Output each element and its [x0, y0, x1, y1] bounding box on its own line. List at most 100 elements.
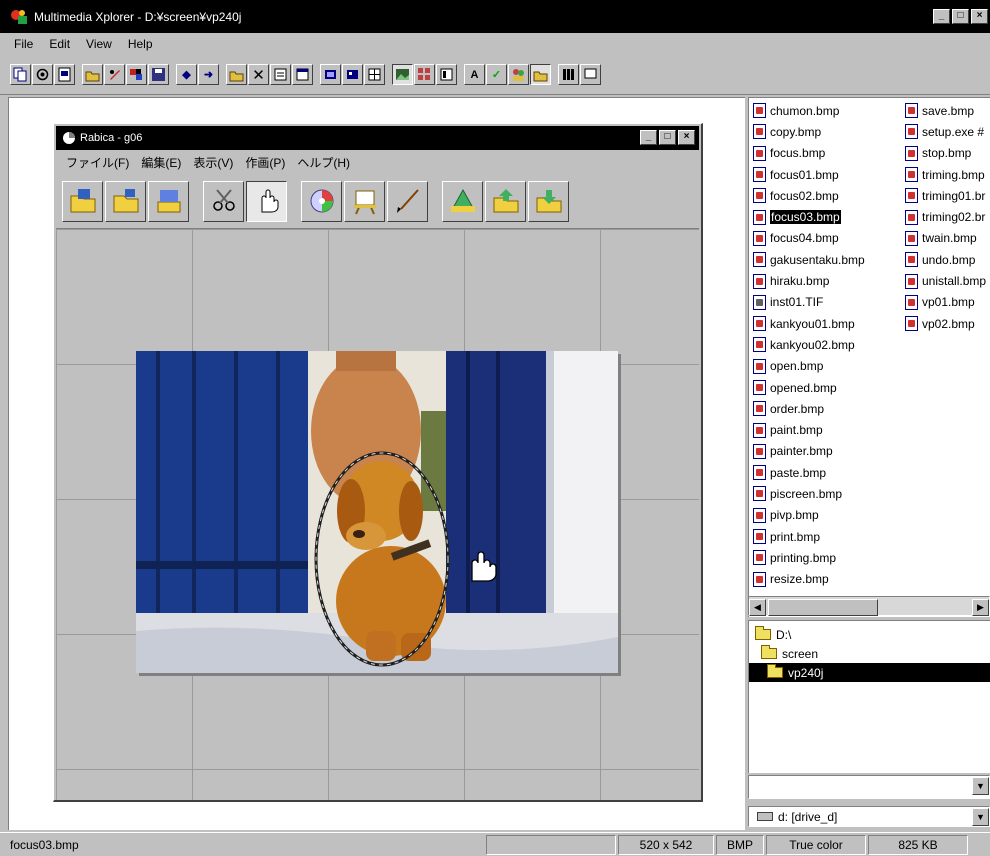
file-item[interactable]: focus.bmp — [749, 143, 865, 164]
folder-tree[interactable]: D:\ screen vp240j — [748, 620, 990, 773]
export-icon[interactable] — [485, 180, 526, 222]
tree-node-screen[interactable]: screen — [761, 644, 818, 663]
path-dropdown-button[interactable]: ▼ — [972, 777, 989, 795]
import-icon[interactable] — [528, 180, 569, 222]
folder-up-icon[interactable] — [226, 64, 247, 85]
file-item[interactable]: opened.bmp — [749, 377, 865, 398]
window-icon[interactable] — [292, 64, 313, 85]
file-item[interactable]: save.bmp — [901, 100, 986, 121]
menu-view[interactable]: View — [78, 37, 120, 51]
file-item[interactable]: focus01.bmp — [749, 164, 865, 185]
file-item[interactable]: focus04.bmp — [749, 228, 865, 249]
delete-icon[interactable]: ✕ — [248, 64, 269, 85]
drive-combo[interactable]: d: [drive_d] ▼ — [748, 806, 990, 827]
file-item[interactable]: order.bmp — [749, 398, 865, 419]
file-item[interactable]: focus03.bmp — [749, 206, 865, 227]
tree-node-root[interactable]: D:\ — [755, 625, 791, 644]
drive-dropdown-button[interactable]: ▼ — [972, 808, 989, 826]
menu-edit[interactable]: Edit — [41, 37, 78, 51]
file-item[interactable]: chumon.bmp — [749, 100, 865, 121]
scan-icon[interactable] — [148, 180, 189, 222]
scroll-thumb[interactable] — [768, 599, 878, 616]
people-icon[interactable] — [508, 64, 529, 85]
minimize-button[interactable]: _ — [933, 9, 950, 24]
file-item[interactable]: hiraku.bmp — [749, 270, 865, 291]
view-large-icon[interactable] — [320, 64, 341, 85]
color-disc-icon[interactable] — [301, 180, 342, 222]
thumbnails-icon[interactable] — [414, 64, 435, 85]
rabica-menu-draw[interactable]: 作画(P) — [239, 154, 291, 171]
check-icon[interactable]: ✓ — [486, 64, 507, 85]
rabica-menu-help[interactable]: ヘルプ(H) — [291, 154, 356, 171]
save-icon[interactable] — [148, 64, 169, 85]
file-item[interactable]: inst01.TIF — [749, 292, 865, 313]
file-item[interactable]: print.bmp — [749, 526, 865, 547]
file-item[interactable]: unistall.bmp — [901, 270, 986, 291]
menu-help[interactable]: Help — [120, 37, 161, 51]
file-item[interactable]: pivp.bmp — [749, 505, 865, 526]
menu-file[interactable]: File — [6, 37, 41, 51]
tree-node-label: vp240j — [788, 665, 824, 680]
scroll-left-button[interactable]: ◀ — [749, 599, 766, 616]
file-item[interactable]: undo.bmp — [901, 249, 986, 270]
view-grid-icon[interactable] — [364, 64, 385, 85]
new-folder-icon[interactable] — [105, 180, 146, 222]
dog-photo[interactable] — [136, 351, 618, 673]
properties-icon[interactable] — [270, 64, 291, 85]
rabica-minimize-button[interactable]: _ — [640, 130, 657, 145]
rabica-menu-view[interactable]: 表示(V) — [187, 154, 239, 171]
rabica-menu-file[interactable]: ファイル(F) — [60, 154, 135, 171]
image-folder-icon[interactable] — [530, 64, 551, 85]
file-item[interactable]: twain.bmp — [901, 228, 986, 249]
file-item[interactable]: printing.bmp — [749, 547, 865, 568]
file-item[interactable]: triming02.br — [901, 206, 986, 227]
rocket-icon[interactable] — [104, 64, 125, 85]
easel-icon[interactable] — [344, 180, 385, 222]
camera-icon[interactable] — [32, 64, 53, 85]
rabica-close-button[interactable]: × — [678, 130, 695, 145]
file-item[interactable]: open.bmp — [749, 356, 865, 377]
copy-icon[interactable] — [10, 64, 31, 85]
maximize-button[interactable]: □ — [952, 9, 969, 24]
file-item[interactable]: paste.bmp — [749, 462, 865, 483]
file-item[interactable]: resize.bmp — [749, 569, 865, 590]
brush-icon[interactable] — [387, 180, 428, 222]
open-folder-icon[interactable] — [82, 64, 103, 85]
file-item[interactable]: vp01.bmp — [901, 292, 986, 313]
tree-node-vp240j[interactable]: vp240j — [749, 663, 990, 682]
file-item[interactable]: triming01.br — [901, 185, 986, 206]
pyramid-icon[interactable] — [442, 180, 483, 222]
file-item[interactable]: gakusentaku.bmp — [749, 249, 865, 270]
scissors-icon[interactable] — [203, 180, 244, 222]
file-item[interactable]: kankyou01.bmp — [749, 313, 865, 334]
path-combo[interactable]: ▼ — [748, 775, 990, 799]
file-item[interactable]: paint.bmp — [749, 419, 865, 440]
file-item[interactable]: kankyou02.bmp — [749, 334, 865, 355]
puzzle-icon[interactable] — [126, 64, 147, 85]
file-list[interactable]: chumon.bmp copy.bmp focus.bmp focus01.bmp fo… — [748, 97, 990, 617]
slideshow-icon[interactable] — [580, 64, 601, 85]
text-icon[interactable]: A — [464, 64, 485, 85]
view-small-icon[interactable] — [342, 64, 363, 85]
file-item[interactable]: triming.bmp — [901, 164, 986, 185]
detail-view-icon[interactable] — [436, 64, 457, 85]
file-item[interactable]: copy.bmp — [749, 121, 865, 142]
file-item[interactable]: stop.bmp — [901, 143, 986, 164]
open-folder-icon[interactable] — [62, 180, 103, 222]
close-button[interactable]: × — [971, 9, 988, 24]
forward-arrow-icon[interactable]: ➜ — [198, 64, 219, 85]
file-list-scrollbar[interactable]: ◀ ▶ — [748, 596, 990, 616]
rabica-menu-edit[interactable]: 編集(E) — [135, 154, 187, 171]
back-arrow-icon[interactable]: ◆ — [176, 64, 197, 85]
image-view-icon[interactable] — [392, 64, 413, 85]
rabica-maximize-button[interactable]: □ — [659, 130, 676, 145]
columns-icon[interactable] — [558, 64, 579, 85]
file-item[interactable]: focus02.bmp — [749, 185, 865, 206]
scroll-right-button[interactable]: ▶ — [972, 599, 989, 616]
hand-icon[interactable] — [246, 180, 287, 222]
file-item[interactable]: vp02.bmp — [901, 313, 986, 334]
file-item[interactable]: setup.exe # — [901, 121, 986, 142]
file-item[interactable]: painter.bmp — [749, 441, 865, 462]
page-icon[interactable] — [54, 64, 75, 85]
file-item[interactable]: piscreen.bmp — [749, 483, 865, 504]
